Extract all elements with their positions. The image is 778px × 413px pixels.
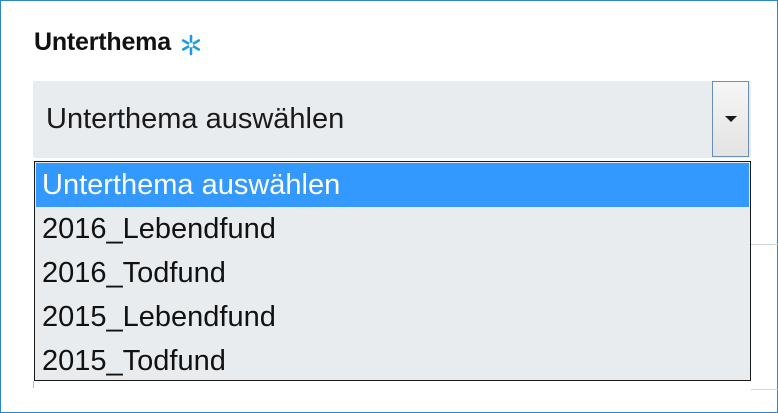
form-panel: Unterthema Unterthema auswählen Unterthe… [0,0,778,413]
dropdown-list: Unterthema auswählen 2016_Lebendfund 201… [34,161,751,381]
divider [751,389,778,390]
divider [33,381,34,388]
field-label-text: Unterthema [34,28,171,56]
select-current-value: Unterthema auswählen [46,103,345,135]
chevron-down-icon [725,116,737,122]
dropdown-option[interactable]: Unterthema auswählen [36,163,749,207]
dropdown-option[interactable]: 2015_Todfund [36,339,749,383]
dropdown-option[interactable]: 2016_Lebendfund [36,207,749,251]
select-dropdown-button[interactable] [712,81,749,157]
asterisk-icon [180,34,202,56]
divider [751,244,778,245]
field-label: Unterthema [34,28,202,57]
dropdown-option[interactable]: 2016_Todfund [36,251,749,295]
subtopic-select[interactable]: Unterthema auswählen [33,81,751,158]
dropdown-option[interactable]: 2015_Lebendfund [36,295,749,339]
